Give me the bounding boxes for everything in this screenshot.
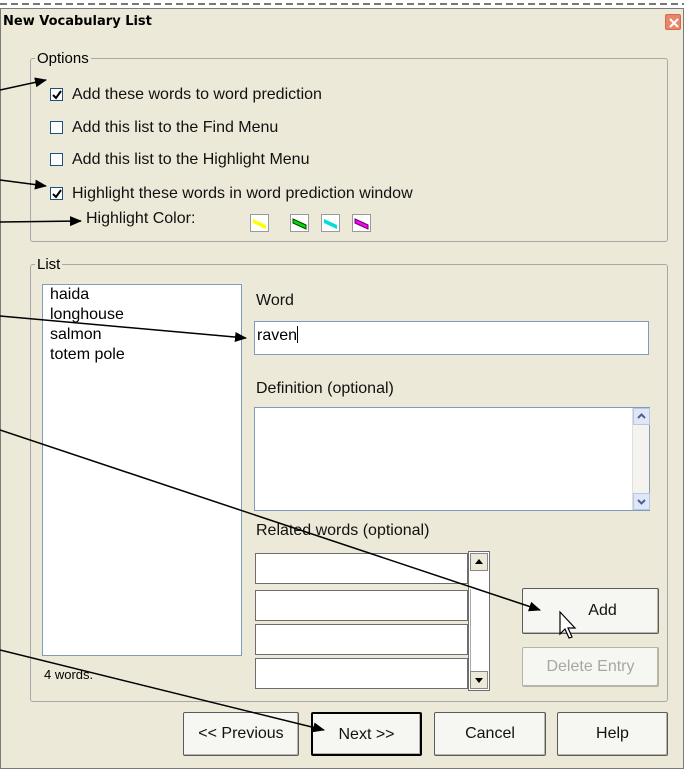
callout-arrow (0, 179, 47, 190)
callout-arrows (0, 77, 577, 733)
callout-arrow (0, 649, 325, 733)
callout-arrow (0, 429, 541, 612)
callout-arrow (0, 77, 47, 91)
mouse-pointer-icon (559, 610, 577, 639)
callout-arrow (0, 216, 82, 227)
callout-arrow (0, 315, 247, 343)
